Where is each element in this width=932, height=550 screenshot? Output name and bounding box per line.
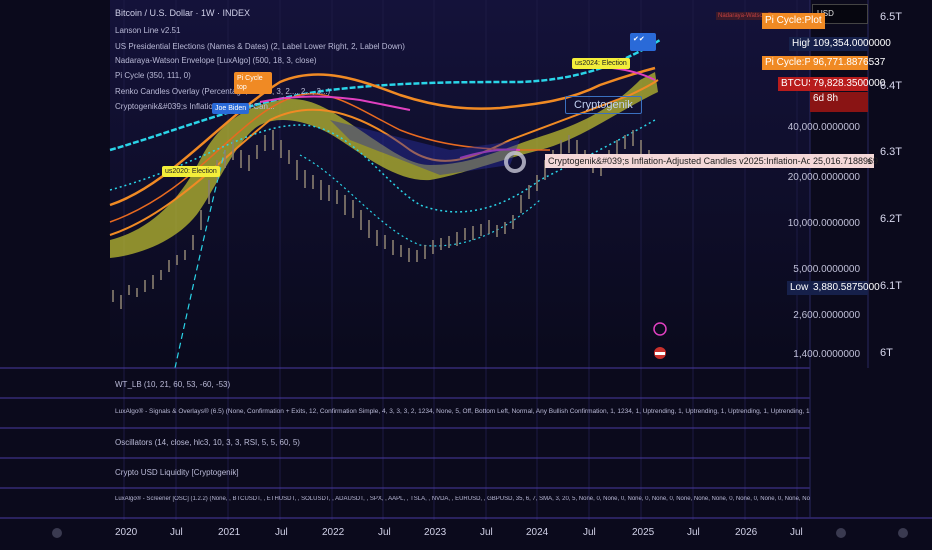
time-tick: Jul xyxy=(170,527,183,538)
settings-icon[interactable] xyxy=(898,528,908,538)
inflation-value: 25,016.7188969 xyxy=(810,154,878,168)
pi-cycle-value: 96,771.8876537 xyxy=(810,56,885,70)
election-2024-label[interactable]: us2024: Election xyxy=(572,58,630,69)
time-tick: 2026 xyxy=(735,527,758,538)
pane-luxalgo-signals[interactable]: LuxAlgo® - Signals & Overlays® (6.5) (No… xyxy=(115,408,810,415)
time-tick: Jul xyxy=(583,527,596,538)
right-axis-tick: 6.2T xyxy=(880,213,903,225)
pane-wt-lb[interactable]: WT_LB (10, 21, 60, 53, -60, -53) xyxy=(115,380,230,389)
price-tick: 2,600.0000000 xyxy=(793,310,860,321)
time-tick: 2023 xyxy=(424,527,447,538)
election-2020-label[interactable]: us2020: Election xyxy=(162,166,220,177)
time-tick: 2020 xyxy=(115,527,138,538)
price-tick: 5,000.0000000 xyxy=(793,264,860,275)
indicator-2[interactable]: Nadaraya-Watson Envelope [LuxAlgo] (500,… xyxy=(115,56,317,65)
nav-icon-left[interactable] xyxy=(52,528,62,538)
right-axis-tick: 6.5T xyxy=(880,11,903,23)
joe-biden-label[interactable]: Joe Biden xyxy=(212,103,250,114)
time-tick: Jul xyxy=(790,527,803,538)
time-tick: 2021 xyxy=(218,527,241,538)
right-axis-tick: 6.4T xyxy=(880,80,903,92)
low-label: Low xyxy=(787,281,812,295)
indicator-5[interactable]: Cryptogenik&#039;s Inflation-Adjusted Ca… xyxy=(115,102,275,111)
time-tick: Jul xyxy=(687,527,700,538)
watermark: Cryptogenik xyxy=(565,96,642,114)
right-axis-tick: 6T xyxy=(880,347,893,359)
time-tick: 2024 xyxy=(526,527,549,538)
time-tick: 2022 xyxy=(322,527,345,538)
pane-oscillators[interactable]: Oscillators (14, close, hlc3, 10, 3, 3, … xyxy=(115,438,300,447)
pi-cycle-top-label[interactable]: Pi Cycle top xyxy=(234,72,272,94)
price-tick: 1,400.0000000 xyxy=(793,349,860,360)
indicator-4[interactable]: Renko Candles Overlay (Percentage, 30, 2… xyxy=(115,87,330,96)
time-tick: Jul xyxy=(480,527,493,538)
time-tick: 2025 xyxy=(632,527,655,538)
indicator-3[interactable]: Pi Cycle (350, 111, 0) xyxy=(115,71,191,80)
pane-luxalgo-screener[interactable]: LuxAlgo® - Screener [OSC] (1.2.2) (None,… xyxy=(115,496,810,502)
price-tick: 40,000.0000000 xyxy=(787,122,860,133)
countdown: 6d 8h xyxy=(810,92,868,112)
btcusd-value: 79,828.3500000 xyxy=(810,77,885,91)
indicator-0[interactable]: Lanson Line v2.51 xyxy=(115,26,180,35)
election-flag-icon[interactable]: ✔✔ xyxy=(630,33,656,51)
right-axis-tick: 6.3T xyxy=(880,146,903,158)
low-value: 3,880.5875000 xyxy=(810,281,880,295)
time-tick: Jul xyxy=(378,527,391,538)
pi-cycle-tag: Pi Cycle:Plot xyxy=(762,13,825,29)
auto-scale-icon[interactable] xyxy=(836,528,846,538)
price-tick: 20,000.0000000 xyxy=(787,172,860,183)
chart-title: Bitcoin / U.S. Dollar · 1W · INDEX xyxy=(115,8,251,18)
price-tick: 10,000.0000000 xyxy=(787,218,860,229)
indicator-1[interactable]: US Presidential Elections (Names & Dates… xyxy=(115,42,405,51)
time-tick: Jul xyxy=(275,527,288,538)
high-value: 109,354.0000000 xyxy=(810,37,891,51)
right-axis-tick: 6.1T xyxy=(880,280,903,292)
pane-liquidity[interactable]: Crypto USD Liquidity [Cryptogenik] xyxy=(115,468,239,477)
